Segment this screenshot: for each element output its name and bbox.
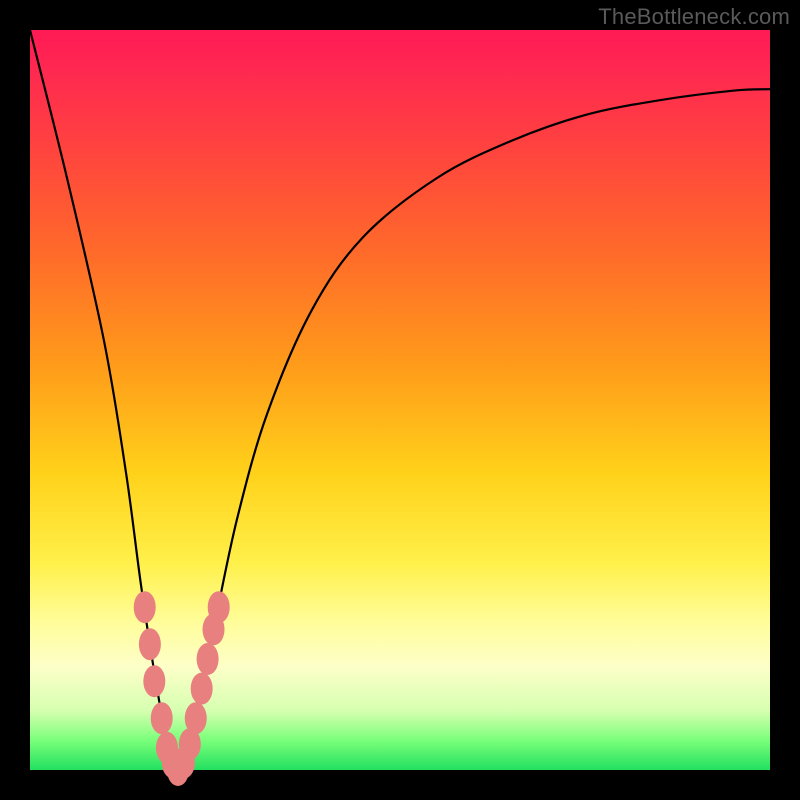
highlight-dot — [208, 591, 230, 623]
chart-plot-area — [30, 30, 770, 770]
chart-svg — [30, 30, 770, 770]
highlight-dot — [151, 702, 173, 734]
highlight-dot — [185, 702, 207, 734]
chart-frame: TheBottleneck.com — [0, 0, 800, 800]
highlight-dot — [191, 673, 213, 705]
highlight-dot — [197, 643, 219, 675]
highlight-dot — [134, 591, 156, 623]
highlight-dots-group — [134, 591, 230, 786]
highlight-dot — [143, 665, 165, 697]
highlight-dot — [139, 628, 161, 660]
bottleneck-curve — [30, 30, 770, 770]
watermark-text: TheBottleneck.com — [598, 4, 790, 30]
